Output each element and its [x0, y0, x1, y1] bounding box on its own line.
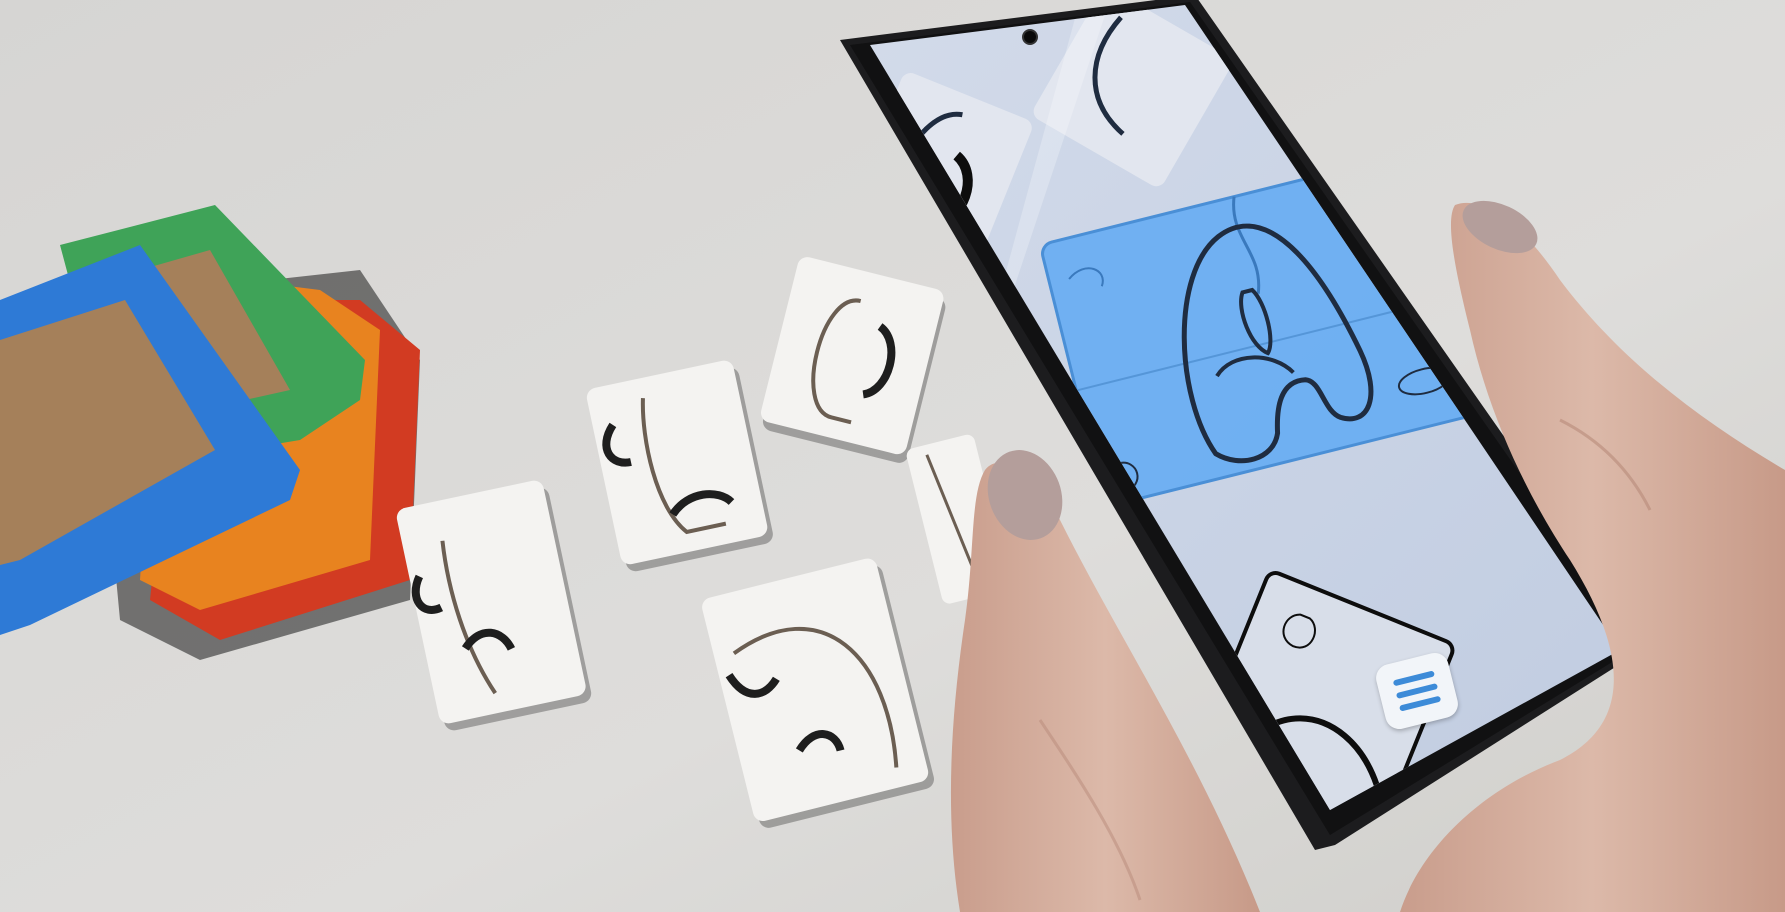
hamburger-menu-icon-bar [1399, 695, 1442, 712]
front-camera [1022, 29, 1038, 45]
photo-scene [0, 0, 1785, 912]
